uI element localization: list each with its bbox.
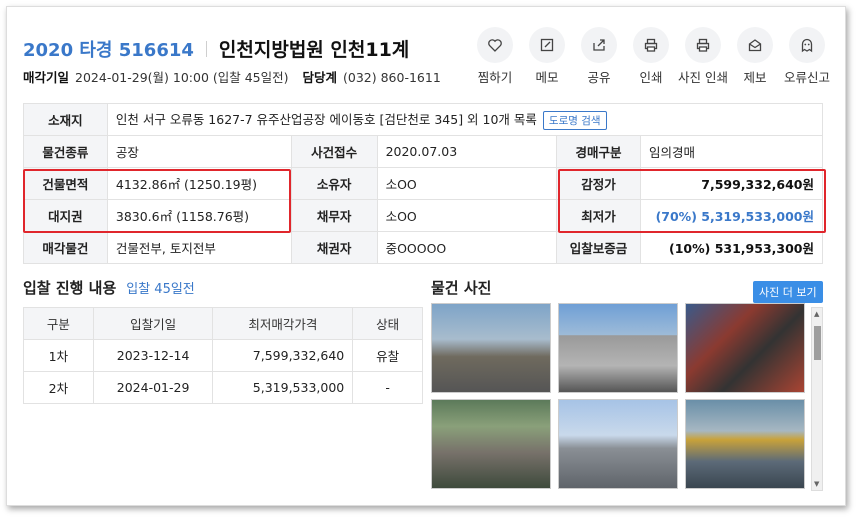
appraisal-label: 감정가 [556, 167, 641, 200]
error-report-button[interactable]: 오류신고 [781, 27, 833, 86]
building-area-value: 4132.86㎡ (1250.19평) [106, 167, 292, 200]
case-number: 2020 타경 516614 [23, 39, 194, 61]
scroll-down-icon[interactable]: ▼ [814, 480, 819, 488]
report-label: 제보 [743, 70, 767, 85]
favorite-button[interactable]: 찜하기 [469, 27, 521, 86]
bid-section-title: 입찰 진행 내용 입찰 45일전 [23, 277, 195, 298]
photo-print-icon [696, 38, 710, 52]
property-info-table: 소재지 인천 서구 오류동 1627-7 유주산업공장 에이동호 [검단천로 3… [23, 103, 824, 264]
court-name: 인천지방법원 인천11계 [218, 39, 410, 61]
location-value: 인천 서구 오류동 1627-7 유주산업공장 에이동호 [검단천로 345] … [115, 112, 537, 127]
report-button[interactable]: 제보 [729, 27, 781, 86]
land-row: 대지권 3830.6㎡ (1158.76평) 채무자 소OO 최저가 (70%)… [23, 199, 823, 232]
sale-object-value: 건물전부, 토지전부 [106, 231, 292, 264]
property-photo[interactable] [685, 303, 805, 393]
photo-print-label: 사진 인쇄 [678, 70, 728, 85]
share-label: 공유 [587, 70, 611, 85]
memo-icon [540, 38, 554, 52]
share-icon [593, 39, 605, 51]
more-photos-button[interactable]: 사진 더 보기 [753, 281, 823, 303]
deposit-value: (10%) 531,953,300원 [640, 231, 823, 264]
appraisal-value: 7,599,332,640원 [640, 167, 823, 200]
auction-detail-panel: 2020 타경 516614 인천지방법원 인천11계 매각기일 2024-01-… [6, 6, 846, 506]
table-row: 2차 2024-01-29 5,319,533,000 - [23, 371, 423, 404]
sale-object-label: 매각물건 [23, 231, 108, 264]
sale-object-row: 매각물건 건물전부, 토지전부 채권자 중OOOOO 입찰보증금 (10%) 5… [23, 231, 823, 264]
bid-col-price: 최저매각가격 [212, 307, 354, 340]
memo-label: 메모 [535, 70, 559, 85]
property-photo[interactable] [431, 399, 551, 489]
creditor-label: 채권자 [290, 231, 378, 264]
land-label: 대지권 [23, 199, 108, 232]
title-divider [205, 40, 207, 57]
bid-col-round: 구분 [23, 307, 94, 340]
bid-header-row: 구분 입찰기일 최저매각가격 상태 [23, 307, 423, 340]
received-value: 2020.07.03 [376, 135, 558, 168]
bid-date: 2023-12-14 [92, 339, 214, 372]
mail-icon [748, 39, 762, 52]
bid-round: 2차 [23, 371, 94, 404]
bid-col-status: 상태 [352, 307, 423, 340]
building-row: 건물면적 4132.86㎡ (1250.19평) 소유자 소OO 감정가 7,5… [23, 167, 823, 200]
auction-type-value: 임의경매 [640, 135, 823, 168]
debtor-value: 소OO [376, 199, 558, 232]
building-area-label: 건물면적 [23, 167, 108, 200]
type-value: 공장 [106, 135, 292, 168]
sale-date-value: 2024-01-29(월) 10:00 (입찰 45일전) [75, 70, 289, 85]
location-label: 소재지 [23, 103, 108, 136]
road-search-button[interactable]: 도로명 검색 [542, 111, 607, 130]
bid-status: 유찰 [352, 339, 423, 372]
sale-info-row: 매각기일 2024-01-29(월) 10:00 (입찰 45일전) 담당계 (03… [23, 67, 441, 86]
sale-date-label: 매각기일 [23, 70, 70, 85]
bid-subtitle: 입찰 45일전 [126, 282, 195, 297]
photo-section-title: 물건 사진 [431, 279, 492, 297]
owner-label: 소유자 [290, 167, 378, 200]
error-report-label: 오류신고 [783, 70, 830, 85]
location-row: 소재지 인천 서구 오류동 1627-7 유주산업공장 에이동호 [검단천로 3… [23, 103, 824, 136]
deposit-label: 입찰보증금 [556, 231, 641, 264]
favorite-label: 찜하기 [477, 70, 513, 85]
bid-title: 입찰 진행 내용 [23, 279, 117, 297]
bid-history-table: 구분 입찰기일 최저매각가격 상태 1차 2023-12-14 7,599,33… [23, 307, 423, 404]
bid-status: - [352, 371, 423, 404]
bid-date: 2024-01-29 [92, 371, 214, 404]
scroll-thumb[interactable] [814, 326, 821, 360]
type-label: 물건종류 [23, 135, 108, 168]
debtor-label: 채무자 [290, 199, 378, 232]
scroll-up-icon[interactable]: ▲ [814, 310, 819, 318]
dept-label: 담당계 [302, 70, 338, 85]
heart-icon [488, 39, 502, 52]
print-button[interactable]: 인쇄 [625, 27, 677, 86]
memo-button[interactable]: 메모 [521, 27, 573, 86]
property-photo[interactable] [431, 303, 551, 393]
photo-print-button[interactable]: 사진 인쇄 [677, 27, 729, 86]
creditor-value: 중OOOOO [376, 231, 558, 264]
auction-type-label: 경매구분 [556, 135, 641, 168]
property-photo[interactable] [685, 399, 805, 489]
ghost-icon [801, 38, 813, 53]
photo-scrollbar[interactable]: ▲ ▼ [811, 307, 823, 491]
property-photo[interactable] [558, 303, 678, 393]
min-price-value: (70%) 5,319,533,000원 [640, 199, 823, 232]
print-icon [644, 38, 658, 52]
land-value: 3830.6㎡ (1158.76평) [106, 199, 292, 232]
photo-grid [431, 303, 807, 491]
min-price-label: 최저가 [556, 199, 641, 232]
bid-price: 5,319,533,000 [212, 371, 354, 404]
bid-price: 7,599,332,640 [212, 339, 354, 372]
table-row: 1차 2023-12-14 7,599,332,640 유찰 [23, 339, 423, 372]
type-row: 물건종류 공장 사건접수 2020.07.03 경매구분 임의경매 [23, 135, 823, 168]
share-button[interactable]: 공유 [573, 27, 625, 86]
property-photo[interactable] [558, 399, 678, 489]
owner-value: 소OO [376, 167, 558, 200]
title-row: 2020 타경 516614 인천지방법원 인천11계 [23, 35, 409, 62]
print-label: 인쇄 [639, 70, 663, 85]
bid-col-date: 입찰기일 [92, 307, 214, 340]
dept-phone: (032) 860-1611 [343, 70, 441, 85]
toolbar: 찜하기 메모 공유 인쇄 사진 인쇄 제보 오류신고 [469, 27, 833, 86]
received-label: 사건접수 [290, 135, 378, 168]
location-cell: 인천 서구 오류동 1627-7 유주산업공장 에이동호 [검단천로 345] … [106, 103, 824, 136]
bid-round: 1차 [23, 339, 94, 372]
